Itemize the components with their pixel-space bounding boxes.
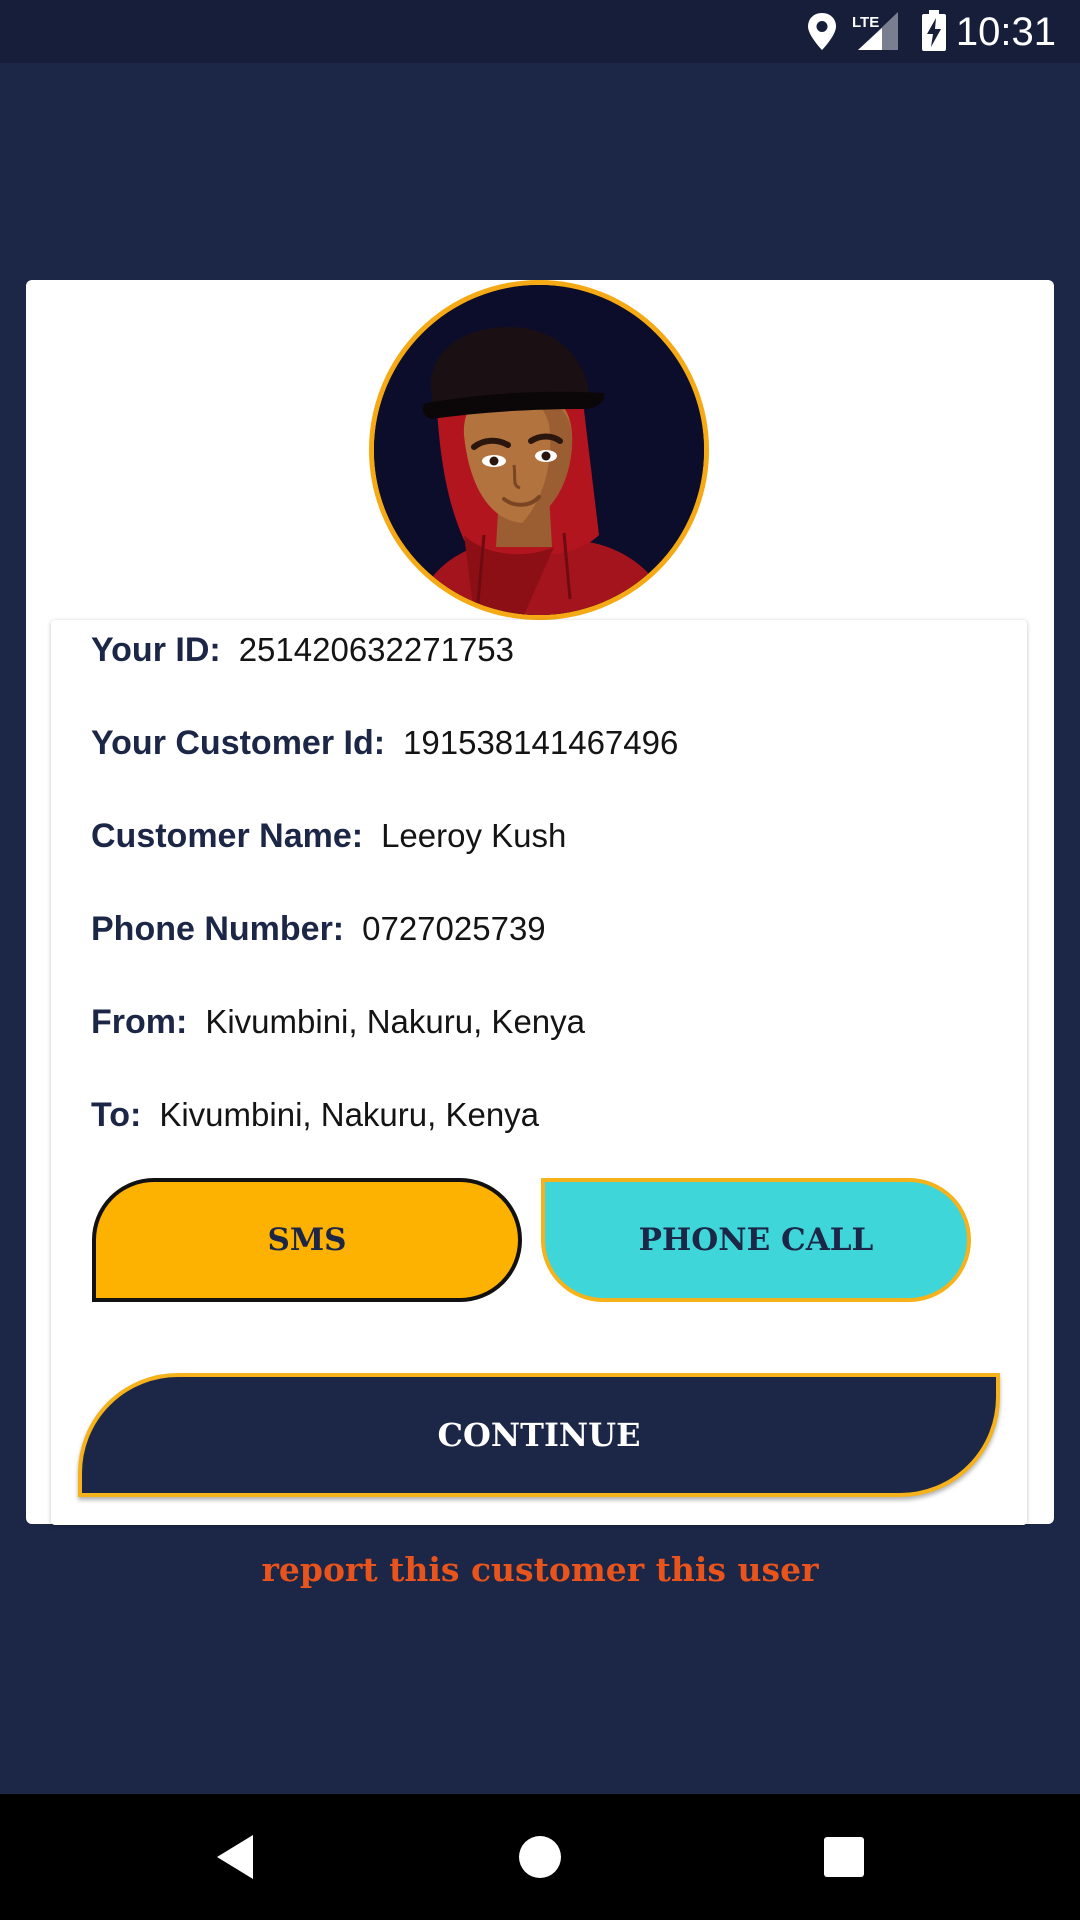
customer-name-value: Leeroy Kush xyxy=(381,817,567,854)
battery-charging-icon xyxy=(922,10,946,51)
home-icon xyxy=(519,1836,561,1878)
from-value: Kivumbini, Nakuru, Kenya xyxy=(205,1003,586,1040)
customer-id-label: Your Customer Id: xyxy=(91,724,386,762)
recents-icon xyxy=(824,1837,864,1877)
to-row: To: Kivumbini, Nakuru, Kenya xyxy=(91,1085,539,1145)
customer-avatar xyxy=(369,280,709,620)
customer-details-panel: Your ID: 251420632271753 Your Customer Id… xyxy=(51,620,1027,1525)
from-label: From: xyxy=(91,1003,188,1041)
status-time: 10:31 xyxy=(955,10,1056,54)
sms-button[interactable]: SMS xyxy=(92,1178,522,1302)
phone-call-button[interactable]: PHONE CALL xyxy=(541,1178,971,1302)
your-id-value: 251420632271753 xyxy=(238,631,514,668)
recents-button[interactable] xyxy=(774,1794,914,1920)
to-value: Kivumbini, Nakuru, Kenya xyxy=(159,1096,540,1133)
your-id-row: Your ID: 251420632271753 xyxy=(91,620,514,680)
back-icon xyxy=(217,1835,253,1879)
home-button[interactable] xyxy=(470,1794,610,1920)
to-label: To: xyxy=(91,1096,142,1134)
from-row: From: Kivumbini, Nakuru, Kenya xyxy=(91,992,585,1052)
lte-label: LTE xyxy=(852,14,879,31)
phone-number-value: 0727025739 xyxy=(362,910,546,947)
location-icon xyxy=(808,13,836,50)
report-customer-link[interactable]: report this customer this user xyxy=(0,1550,1080,1589)
customer-id-row: Your Customer Id: 191538141467496 xyxy=(91,713,678,773)
back-button[interactable] xyxy=(165,1794,305,1920)
your-id-label: Your ID: xyxy=(91,631,221,669)
customer-id-value: 191538141467496 xyxy=(403,724,679,761)
phone-number-row: Phone Number: 0727025739 xyxy=(91,899,546,959)
status-bar: LTE 10:31 xyxy=(0,0,1080,63)
customer-name-row: Customer Name: Leeroy Kush xyxy=(91,806,566,866)
continue-button[interactable]: CONTINUE xyxy=(78,1373,1000,1497)
user-avatar-illustration xyxy=(374,285,704,615)
lte-signal-icon: LTE xyxy=(852,12,898,50)
customer-name-label: Customer Name: xyxy=(91,817,364,855)
navigation-bar xyxy=(0,1794,1080,1920)
phone-number-label: Phone Number: xyxy=(91,910,345,948)
